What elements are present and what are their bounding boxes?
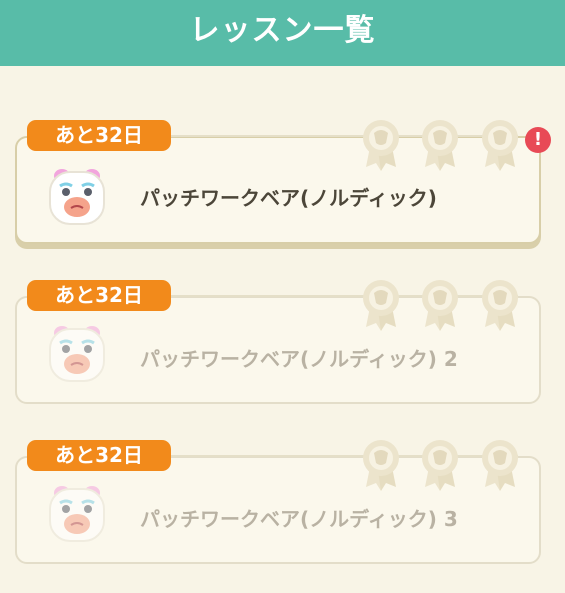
medal-icon — [360, 277, 402, 333]
alert-icon: ! — [525, 127, 551, 153]
medal-icon — [419, 437, 461, 493]
days-remaining-badge: あと32日 — [27, 120, 171, 151]
medal-icon — [479, 277, 521, 333]
days-remaining-badge: あと32日 — [27, 280, 171, 311]
days-remaining-badge: あと32日 — [27, 440, 171, 471]
medal-icon — [479, 437, 521, 493]
lesson-title: パッチワークベア(ノルディック) 2 — [140, 347, 458, 371]
medal-track-line — [170, 295, 518, 297]
hamster-avatar-icon — [46, 483, 108, 545]
medal-icon — [419, 117, 461, 173]
medal-track-line — [170, 135, 518, 137]
lesson-title: パッチワークベア(ノルディック) — [140, 186, 437, 210]
header-bar: レッスン一覧 — [0, 0, 565, 66]
hamster-avatar-icon — [46, 166, 108, 228]
medal-icon — [360, 117, 402, 173]
page-title: レッスン一覧 — [189, 13, 376, 48]
medal-icon — [479, 117, 521, 173]
medal-track-line — [170, 455, 518, 457]
hamster-avatar-icon — [46, 323, 108, 385]
medal-icon — [419, 277, 461, 333]
lesson-title: パッチワークベア(ノルディック) 3 — [140, 507, 458, 531]
medal-icon — [360, 437, 402, 493]
